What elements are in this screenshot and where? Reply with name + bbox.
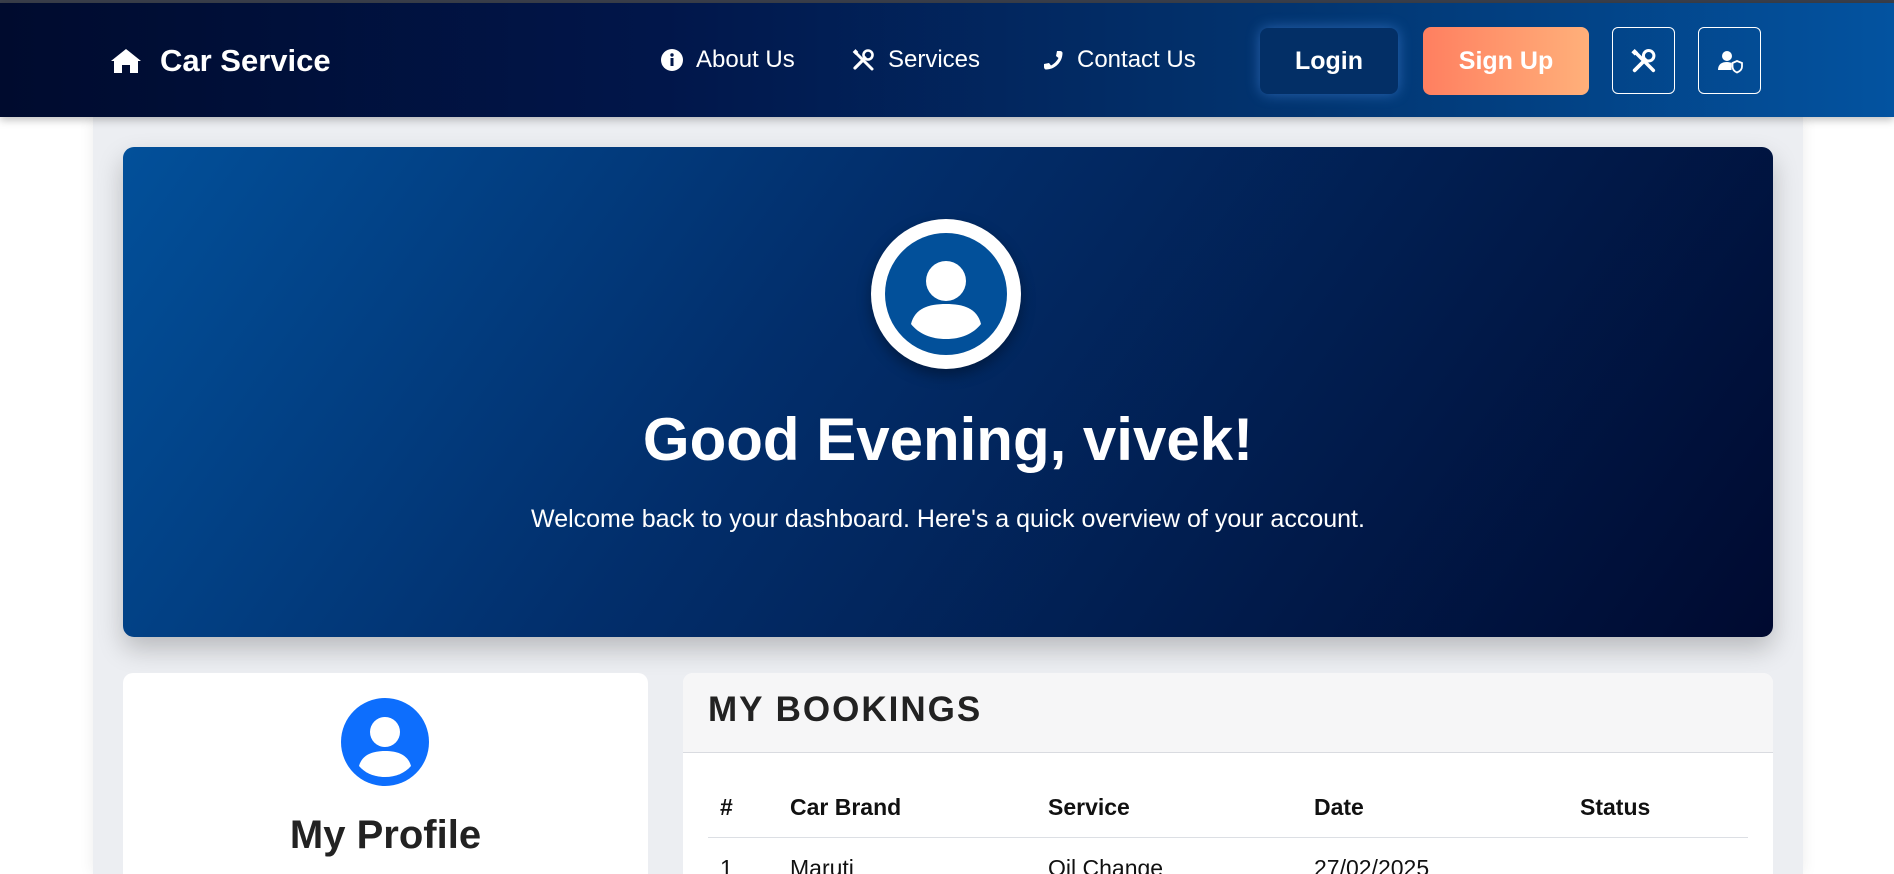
column-header-status: Status [1580,794,1651,820]
navbar: Car Service About Us Services Contact Us… [0,3,1894,117]
phone-icon [1044,51,1063,70]
signup-button[interactable]: Sign Up [1423,27,1589,95]
nav-about-us[interactable]: About Us [660,43,795,77]
nav-contact-us-label: Contact Us [1077,46,1196,73]
info-circle-icon [661,49,683,71]
tools-icon [852,49,874,71]
column-header-number: # [720,794,733,820]
nav-contact-us[interactable]: Contact Us [1041,43,1196,77]
login-button[interactable]: Login [1260,28,1398,94]
user-shield-icon [1717,50,1743,73]
cell-service: Oil Change [1048,855,1164,874]
cell-number: 1 [720,855,733,874]
nav-services-label: Services [888,46,981,73]
bookings-title: MY BOOKINGS [708,690,983,729]
greeting-title: Good Evening, vivek! [642,406,1254,473]
user-circle-icon [341,698,429,786]
home-icon [111,49,141,73]
welcome-banner: Good Evening, vivek! Welcome back to you… [123,147,1773,637]
column-header-date: Date [1314,794,1364,820]
user-avatar-icon [885,233,1007,355]
bookings-header: MY BOOKINGS [683,673,1773,753]
table-header-divider [708,837,1748,838]
brand-link[interactable]: Car Service [110,41,331,81]
greeting-subtitle: Welcome back to your dashboard. Here's a… [531,505,1365,533]
brand-name: Car Service [160,43,331,78]
cell-date: 27/02/2025 [1314,855,1430,874]
column-header-service: Service [1048,794,1130,820]
tools-icon [1630,48,1655,72]
avatar [871,219,1021,369]
nav-about-us-label: About Us [696,46,795,73]
cell-car-brand: Maruti [790,855,854,874]
services-icon-button[interactable] [1612,27,1675,94]
admin-icon-button[interactable] [1698,27,1761,94]
profile-title: My Profile [289,813,482,857]
profile-card: My Profile [123,673,648,874]
column-header-car-brand: Car Brand [790,794,902,820]
nav-services[interactable]: Services [852,43,980,77]
bookings-card: MY BOOKINGS # Car Brand Service Date Sta… [683,673,1773,874]
